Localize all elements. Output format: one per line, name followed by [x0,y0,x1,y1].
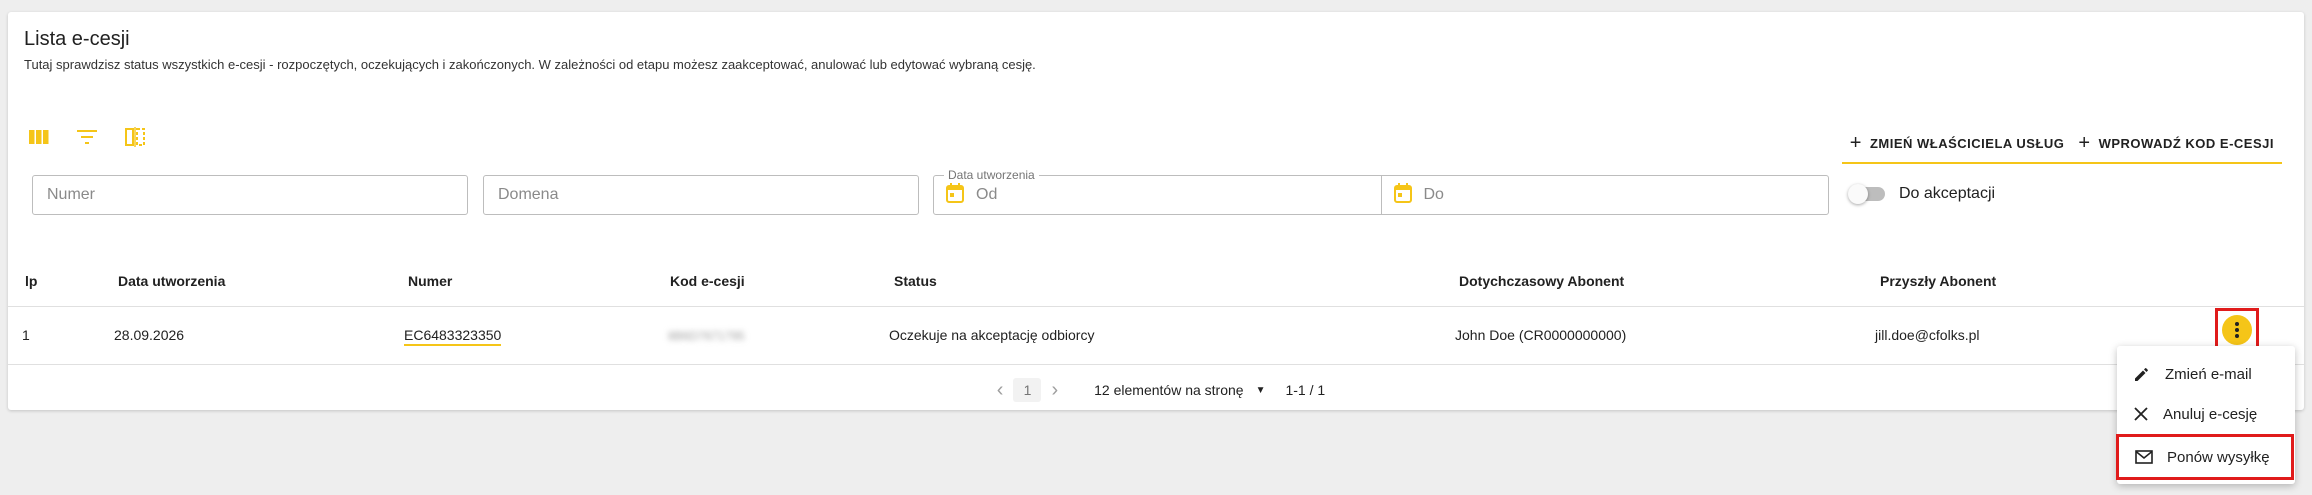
mail-icon [2135,450,2153,464]
cell-lp: 1 [22,327,30,343]
cell-date: 28.09.2026 [114,327,185,343]
filter-icon[interactable] [72,122,102,152]
enter-code-label: WPROWADŹ KOD E-CESJI [2098,135,2274,151]
header-code[interactable]: Kod e-cesji [670,273,745,289]
accept-toggle-label: Do akceptacji [1899,185,1996,202]
date-to-input[interactable] [1423,186,1724,204]
cell-code: 8B6D7671795 [668,329,745,343]
menu-item-change-email[interactable]: Zmień e-mail [2117,354,2295,394]
toggle-knob [1848,184,1868,204]
calendar-icon[interactable] [946,182,964,208]
plus-icon: + [1849,132,1862,154]
domain-filter [483,175,919,215]
header-date[interactable]: Data utworzenia [118,273,225,289]
change-owner-label: ZMIEŃ WŁAŚCICIELA USŁUG [1869,135,2065,151]
per-page-label: 12 elementów na stronę [1094,382,1244,398]
header-number[interactable]: Numer [408,273,452,289]
header-status[interactable]: Status [894,273,937,289]
accept-toggle-group: Do akceptacji [1848,184,1996,204]
menu-item-cancel-ecession[interactable]: Anuluj e-cesję [2117,394,2295,434]
cell-number-link[interactable]: EC6483323350 [404,327,502,346]
number-filter [32,175,468,215]
page-title: Lista e-cesji [24,28,130,50]
change-owner-button[interactable]: + ZMIEŃ WŁAŚCICIELA USŁUG [1848,129,2067,157]
created-date-range: Data utworzenia [933,168,1829,215]
columns-icon[interactable] [24,122,54,152]
header-lp[interactable]: lp [25,273,37,289]
cell-next-subscriber: jill.doe@cfolks.pl [1875,327,1980,343]
caret-down-icon: ▼ [1255,384,1266,396]
date-from-input[interactable] [976,186,1276,204]
calendar-icon[interactable] [1393,182,1412,208]
header-actions: + ZMIEŃ WŁAŚCICIELA USŁUG + WPROWADŹ KOD… [1841,124,2282,164]
pagination: ‹ 1 › 12 elementów na stronę ▼ 1-1 / 1 [8,370,2304,410]
prev-page-icon[interactable]: ‹ [997,379,1004,402]
table-toolbar [24,122,150,152]
domain-input[interactable] [484,176,918,214]
more-vert-icon [2235,322,2239,338]
row-actions-button[interactable] [2222,315,2252,345]
pencil-icon [2135,368,2148,381]
date-range-legend: Data utworzenia [944,168,1039,182]
menu-item-label: Anuluj e-cesję [2163,405,2258,423]
plus-icon: + [2078,132,2091,154]
cell-prev-subscriber: John Doe (CR0000000000) [1455,327,1627,343]
number-input[interactable] [33,176,467,214]
enter-code-button[interactable]: + WPROWADŹ KOD E-CESJI [2076,129,2276,157]
per-page-select[interactable]: 12 elementów na stronę ▼ [1094,382,1265,398]
cell-status: Oczekuje na akceptację odbiorcy [889,327,1095,343]
accept-toggle[interactable] [1848,184,1885,204]
date-to-field [1380,176,1829,214]
density-icon[interactable] [120,122,150,152]
page-range: 1-1 / 1 [1285,382,1326,398]
menu-item-label: Ponów wysyłkę [2167,448,2270,466]
page-subtitle: Tutaj sprawdzisz status wszystkich e-ces… [24,57,1036,72]
menu-item-label: Zmień e-mail [2165,365,2252,383]
header-next-subscriber[interactable]: Przyszły Abonent [1880,273,1996,289]
current-page[interactable]: 1 [1013,378,1042,402]
menu-item-resend[interactable]: Ponów wysyłkę [2116,434,2294,480]
ecession-list-card: Lista e-cesji Tutaj sprawdzisz status ws… [8,12,2304,410]
close-icon [2134,407,2148,421]
row-actions-menu: Zmień e-mail Anuluj e-cesję Ponów wysyłk… [2116,346,2295,484]
table-row: 1 28.09.2026 EC6483323350 8B6D7671795 Oc… [8,308,2304,365]
header-prev-subscriber[interactable]: Dotychczasowy Abonent [1459,273,1624,289]
table-header: lp Data utworzenia Numer Kod e-cesji Sta… [8,257,2304,307]
next-page-icon[interactable]: › [1051,379,1058,402]
